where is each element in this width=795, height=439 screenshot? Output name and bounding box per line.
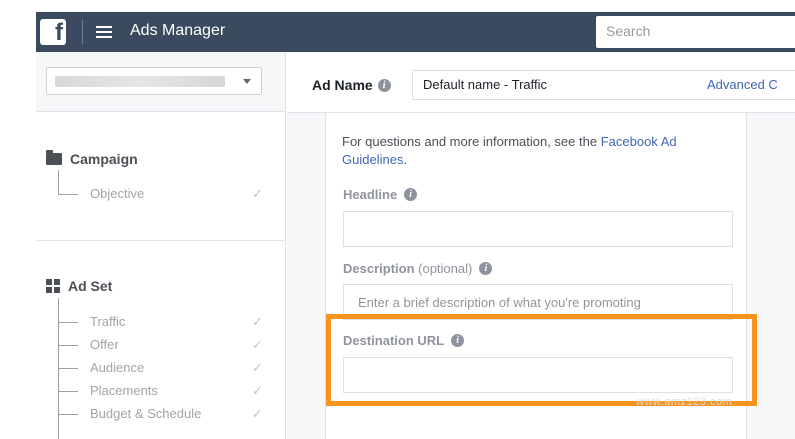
sidebar-campaign-heading[interactable]: Campaign [46,150,138,167]
check-icon: ✓ [252,337,263,352]
sidebar-adset-label: Ad Set [68,278,113,294]
check-icon: ✓ [252,186,263,201]
sidebar-item-traffic[interactable]: Traffic [90,314,125,329]
account-dropdown[interactable] [46,67,262,95]
guidelines-text-body: For questions and more information, see … [342,134,601,149]
facebook-logo-icon[interactable]: f [40,19,66,46]
app-title[interactable]: Ads Manager [130,22,225,40]
headline-label: Headline i [343,187,418,202]
check-icon: ✓ [252,314,263,329]
top-navigation-bar: f Ads Manager Search [36,12,795,52]
sidebar-item-label: Placements [90,383,158,398]
ad-name-label-text: Ad Name [312,77,373,93]
sidebar-item-budget-schedule[interactable]: Budget & Schedule [90,406,201,421]
optional-tag: (optional) [418,261,473,276]
sidebar-item-label: Objective [90,186,145,201]
sidebar-divider [36,240,286,241]
watermark: www.amz123.com [636,396,733,408]
ad-name-label: Ad Name i [312,77,391,93]
info-icon[interactable]: i [377,78,391,92]
sidebar-item-label: Traffic [90,314,126,329]
caret-down-icon [243,79,251,84]
folder-icon [46,150,62,165]
account-selector-area [36,52,286,112]
description-label: Description (optional) i [343,261,493,276]
description-label-text: Description [343,261,415,276]
sidebar-adset-heading[interactable]: Ad Set [46,278,112,294]
sidebar-item-objective[interactable]: Objective [90,186,144,201]
check-icon: ✓ [252,406,263,421]
sidebar-item-audience[interactable]: Audience [90,360,144,375]
sidebar: Campaign Objective ✓ Ad Set Traffic ✓ Of… [36,112,286,439]
sidebar-item-offer[interactable]: Offer [90,337,119,352]
sidebar-item-placements[interactable]: Placements [90,383,158,398]
search-input[interactable]: Search [596,16,795,48]
check-icon: ✓ [252,360,263,375]
sidebar-item-label: Offer [90,337,119,352]
info-icon[interactable]: i [479,262,493,275]
sidebar-item-label: Budget & Schedule [90,406,202,421]
sidebar-campaign-label: Campaign [70,151,138,167]
grid-icon [46,279,60,293]
highlight-box [326,314,757,406]
check-icon: ✓ [252,383,263,398]
guidelines-text: For questions and more information, see … [342,133,742,169]
redacted-account-name [55,76,225,87]
guidelines-text-end: . [403,152,408,167]
advanced-link[interactable]: Advanced C [707,77,778,92]
facebook-logo-letter: f [55,19,63,46]
headline-input[interactable] [343,211,733,247]
info-icon[interactable]: i [404,188,418,201]
sidebar-item-label: Audience [90,360,145,375]
hamburger-menu-icon[interactable] [96,23,112,41]
headline-label-text: Headline [343,187,398,202]
header-divider [82,20,83,44]
ad-name-bar: Ad Name i Default name - Traffic Advance… [287,60,795,113]
